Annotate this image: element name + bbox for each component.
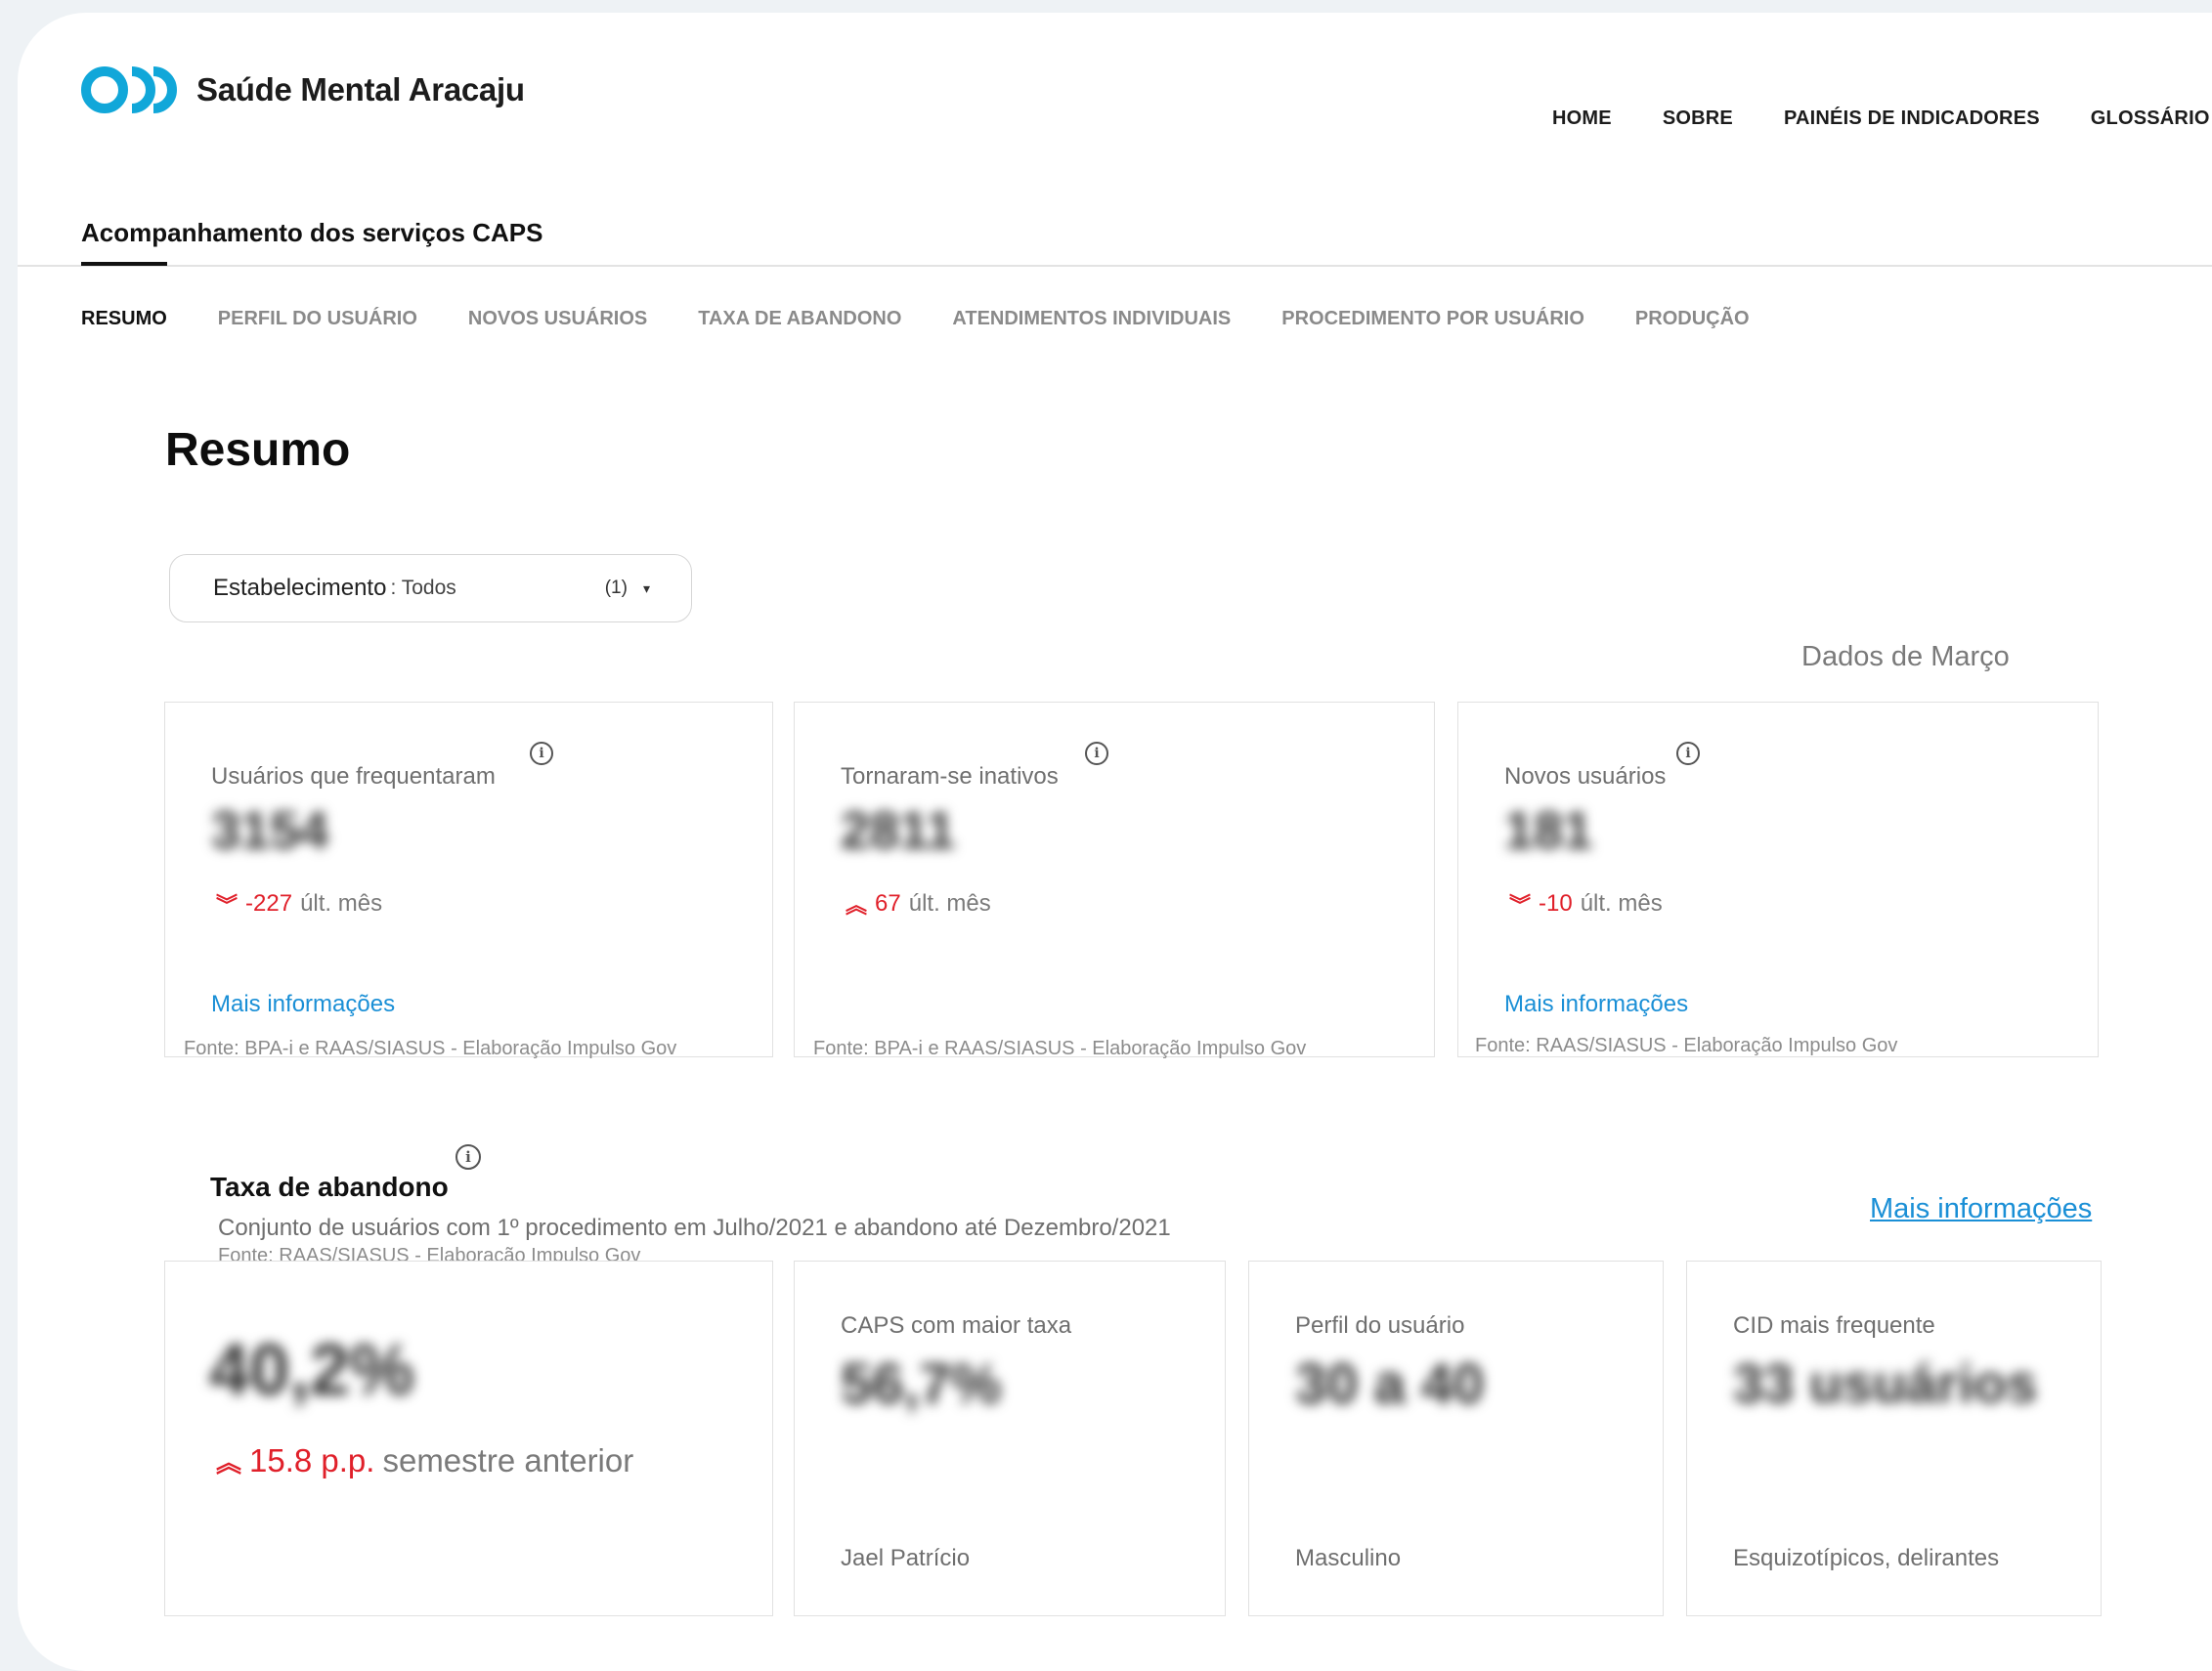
- card-novos-usuarios: Novos usuários i 181 ︾ -10 últ. mês Mais…: [1457, 702, 2099, 1057]
- card-footer: Jael Patrício: [841, 1545, 971, 1571]
- section-title: Acompanhamento dos serviços CAPS: [81, 218, 543, 247]
- chevrons-up-icon: ︽: [216, 1447, 242, 1478]
- trend-text: semestre anterior: [382, 1442, 634, 1478]
- tab-perfil-usuario[interactable]: PERFIL DO USUÁRIO: [218, 265, 417, 330]
- trend-text: últ. mês: [300, 890, 383, 917]
- info-icon[interactable]: i: [1085, 742, 1108, 765]
- card-title: Usuários que frequentaram: [211, 763, 496, 790]
- card-title: CAPS com maior taxa: [841, 1312, 1072, 1339]
- info-icon[interactable]: i: [455, 1144, 481, 1170]
- card-caps-maior-taxa: CAPS com maior taxa 56,7% Jael Patrício: [794, 1261, 1226, 1616]
- card-title: Novos usuários: [1504, 763, 1667, 790]
- trend-delta: 67: [875, 890, 901, 917]
- abandono-more-info-link[interactable]: Mais informações: [1870, 1193, 2092, 1225]
- filter-label: Estabelecimento: [213, 575, 387, 601]
- card-cid-frequente: CID mais frequente 33 usuários Esquizotí…: [1686, 1261, 2102, 1616]
- caret-down-icon: ▾: [642, 579, 650, 596]
- chevrons-up-icon: ︽: [846, 893, 868, 918]
- card-footer: Esquizotípicos, delirantes: [1733, 1545, 2000, 1571]
- card-title: Perfil do usuário: [1295, 1312, 1465, 1339]
- more-info-link[interactable]: Mais informações: [211, 991, 395, 1018]
- nav-paineis[interactable]: PAINÉIS DE INDICADORES: [1784, 107, 2040, 130]
- abandono-title: Taxa de abandono: [210, 1172, 449, 1202]
- card-trend: ︾ -227 últ. mês: [216, 888, 382, 920]
- nav-sobre[interactable]: SOBRE: [1663, 107, 1733, 130]
- tab-resumo[interactable]: RESUMO: [81, 262, 167, 330]
- card-value: 3154: [211, 801, 329, 860]
- tab-bar: RESUMO PERFIL DO USUÁRIO NOVOS USUÁRIOS …: [81, 262, 1750, 330]
- info-icon[interactable]: i: [1676, 742, 1700, 765]
- abandono-value: 40,2%: [209, 1329, 414, 1410]
- card-source: Fonte: RAAS/SIASUS - Elaboração Impulso …: [1475, 1035, 1898, 1056]
- card-footer: Masculino: [1295, 1545, 1402, 1571]
- card-usuarios-frequentaram: Usuários que frequentaram i 3154 ︾ -227 …: [164, 702, 773, 1059]
- abandono-subtitle: Conjunto de usuários com 1º procedimento…: [218, 1215, 1171, 1241]
- card-title: CID mais frequente: [1733, 1312, 1935, 1339]
- card-value: 33 usuários: [1733, 1352, 2038, 1414]
- info-icon[interactable]: i: [530, 742, 553, 765]
- card-source: Fonte: BPA-i e RAAS/SIASUS - Elaboração …: [184, 1038, 677, 1059]
- filter-value: : Todos: [390, 577, 456, 599]
- card-inativos: Tornaram-se inativos i 2811 ︽ 67 últ. mê…: [794, 702, 1435, 1059]
- top-nav: HOME SOBRE PAINÉIS DE INDICADORES GLOSSÁ…: [1552, 107, 2210, 130]
- tab-novos-usuarios[interactable]: NOVOS USUÁRIOS: [468, 265, 647, 330]
- tab-producao[interactable]: PRODUÇÃO: [1635, 265, 1750, 330]
- chevrons-down-icon: ︾: [1509, 893, 1532, 918]
- card-value: 181: [1504, 801, 1593, 860]
- trend-text: últ. mês: [1580, 890, 1663, 917]
- card-source: Fonte: BPA-i e RAAS/SIASUS - Elaboração …: [813, 1038, 1307, 1059]
- brand-name: Saúde Mental Aracaju: [196, 71, 525, 107]
- card-taxa-abandono: 40,2% ︽ 15.8 p.p. semestre anterior: [164, 1261, 773, 1616]
- card-value: 2811: [841, 801, 956, 860]
- card-trend: ︽ 67 últ. mês: [846, 888, 991, 920]
- nav-glossario[interactable]: GLOSSÁRIO: [2091, 107, 2210, 130]
- more-info-link[interactable]: Mais informações: [1504, 991, 1688, 1018]
- trend-delta: -227: [245, 890, 293, 917]
- chevrons-down-icon: ︾: [216, 893, 239, 918]
- page-title: Resumo: [165, 424, 351, 476]
- logo-icon: [81, 66, 177, 113]
- period-label: Dados de Março: [1801, 641, 2010, 672]
- establishment-filter[interactable]: Estabelecimento : Todos (1) ▾: [169, 554, 692, 622]
- trend-delta: 15.8 p.p.: [249, 1442, 375, 1478]
- abandono-trend: ︽ 15.8 p.p. semestre anterior: [216, 1442, 633, 1479]
- card-trend: ︾ -10 últ. mês: [1509, 888, 1663, 920]
- trend-delta: -10: [1539, 890, 1573, 917]
- card-value: 30 a 40: [1295, 1352, 1485, 1416]
- brand-logo[interactable]: Saúde Mental Aracaju: [81, 62, 525, 118]
- filter-count: (1): [604, 578, 628, 598]
- card-value: 56,7%: [841, 1352, 1002, 1416]
- card-title: Tornaram-se inativos: [841, 763, 1059, 790]
- tab-atendimentos[interactable]: ATENDIMENTOS INDIVIDUAIS: [952, 265, 1231, 330]
- nav-home[interactable]: HOME: [1552, 107, 1612, 130]
- tab-procedimento[interactable]: PROCEDIMENTO POR USUÁRIO: [1281, 265, 1584, 330]
- tab-taxa-abandono[interactable]: TAXA DE ABANDONO: [698, 265, 901, 330]
- app-frame: Saúde Mental Aracaju HOME SOBRE PAINÉIS …: [18, 13, 2212, 1671]
- card-perfil-usuario: Perfil do usuário 30 a 40 Masculino: [1248, 1261, 1664, 1616]
- trend-text: últ. mês: [908, 890, 991, 917]
